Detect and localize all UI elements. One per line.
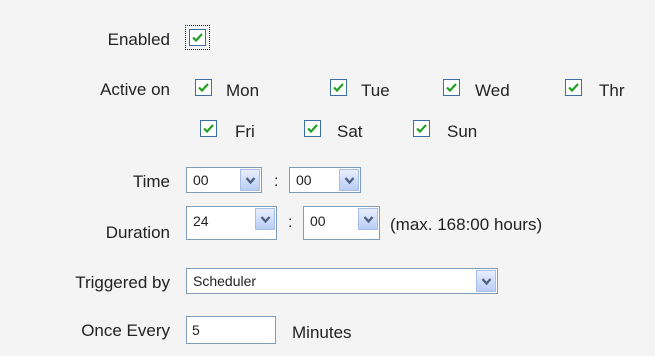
day-checkbox-fri[interactable] xyxy=(200,120,217,137)
check-icon xyxy=(446,83,457,93)
day-label-thr: Thr xyxy=(599,81,625,100)
day-label-tue: Tue xyxy=(361,81,390,100)
check-icon xyxy=(198,83,209,93)
chevron-down-icon xyxy=(476,270,496,292)
day-label-mon: Mon xyxy=(226,81,260,100)
chevron-down-icon xyxy=(339,169,359,191)
check-icon xyxy=(333,83,344,93)
day-label-fri: Fri xyxy=(235,122,255,141)
once-every-unit: Minutes xyxy=(292,323,352,342)
chevron-down-icon xyxy=(255,208,275,230)
check-icon xyxy=(416,124,427,134)
time-hours-select[interactable]: 00 xyxy=(186,167,262,193)
triggered-by-select[interactable]: Scheduler xyxy=(186,268,498,294)
day-checkbox-tue[interactable] xyxy=(330,79,347,96)
triggered-by-label: Triggered by xyxy=(75,273,170,292)
day-checkbox-sat[interactable] xyxy=(304,120,321,137)
duration-label: Duration xyxy=(105,223,170,242)
day-label-sat: Sat xyxy=(337,122,363,141)
time-hours-value: 00 xyxy=(193,172,209,188)
time-minutes-value: 00 xyxy=(296,172,312,188)
duration-max-note: (max. 168:00 hours) xyxy=(390,215,543,234)
duration-minutes-value: 00 xyxy=(310,213,326,229)
check-icon xyxy=(192,33,203,43)
once-every-input[interactable]: 5 xyxy=(186,316,276,344)
day-checkbox-thr[interactable] xyxy=(565,79,582,96)
active-on-label: Active on xyxy=(100,80,170,99)
chevron-down-icon xyxy=(240,169,260,191)
duration-hours-select[interactable]: 24 xyxy=(186,206,277,240)
duration-minutes-select[interactable]: 00 xyxy=(303,206,380,240)
check-icon xyxy=(203,124,214,134)
duration-separator: : xyxy=(288,214,293,231)
check-icon xyxy=(568,83,579,93)
enabled-checkbox[interactable] xyxy=(189,29,206,46)
day-checkbox-mon[interactable] xyxy=(195,79,212,96)
enabled-label: Enabled xyxy=(107,30,170,49)
once-every-value: 5 xyxy=(192,322,200,338)
duration-hours-value: 24 xyxy=(193,213,209,229)
once-every-label: Once Every xyxy=(81,321,170,340)
day-label-wed: Wed xyxy=(475,81,510,100)
day-checkbox-wed[interactable] xyxy=(443,79,460,96)
time-separator: : xyxy=(274,173,279,190)
check-icon xyxy=(307,124,318,134)
time-minutes-select[interactable]: 00 xyxy=(289,167,361,193)
day-label-sun: Sun xyxy=(447,122,478,141)
triggered-by-value: Scheduler xyxy=(193,273,257,289)
time-label: Time xyxy=(132,172,170,191)
chevron-down-icon xyxy=(358,208,378,230)
day-checkbox-sun[interactable] xyxy=(413,120,430,137)
